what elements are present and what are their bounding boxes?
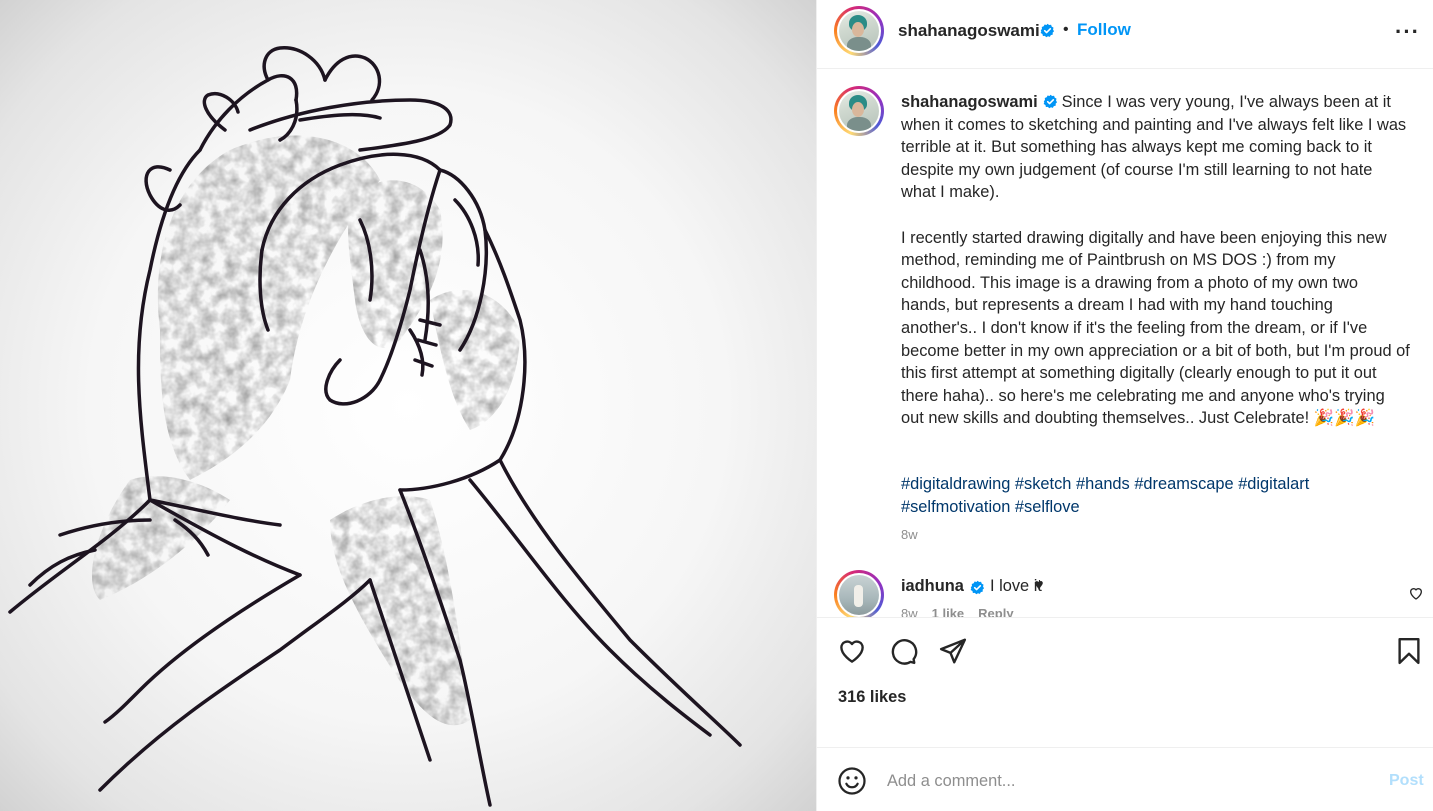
action-bar: 316 likes (817, 617, 1433, 747)
post-details-panel: shahanagoswami • Follow ··· shahanagoswa… (816, 0, 1433, 811)
verified-badge-icon (970, 580, 985, 595)
caption-timestamp[interactable]: 8w (901, 527, 918, 542)
comment-timestamp[interactable]: 8w (901, 606, 918, 617)
comment-meta: 8w 1 like Reply (901, 606, 1028, 617)
author-avatar[interactable] (834, 6, 884, 56)
separator-dot: • (1063, 21, 1069, 38)
author-username[interactable]: shahanagoswami (898, 21, 1040, 41)
caption-author-username[interactable]: shahanagoswami (901, 93, 1038, 111)
heart-icon[interactable] (837, 636, 867, 666)
hashtag-list: #digitaldrawing #sketch #hands #dreamsca… (901, 473, 1411, 518)
share-icon[interactable] (938, 636, 968, 666)
verified-badge-icon (1043, 94, 1057, 109)
comment-heart-icon[interactable] (1408, 585, 1424, 601)
bookmark-icon[interactable] (1394, 636, 1424, 666)
caption-paragraph-2: I recently started drawing digitally and… (901, 228, 1415, 428)
hashtag-link[interactable]: #hands (1076, 475, 1130, 493)
hands-drawing (8, 46, 742, 807)
hashtag-link[interactable]: #selflove (1015, 498, 1080, 516)
comments-scroll-area[interactable]: shahanagoswami Since I was very young, I'… (817, 70, 1433, 617)
hashtag-link[interactable]: #dreamscape (1134, 475, 1233, 493)
commenter-username[interactable]: iadhuna (901, 577, 964, 596)
follow-button[interactable]: Follow (1077, 20, 1131, 40)
post-header: shahanagoswami • Follow ··· (817, 0, 1433, 69)
hashtag-link[interactable]: #digitalart (1238, 475, 1309, 493)
caption-author-avatar[interactable] (834, 86, 884, 136)
post-caption: shahanagoswami Since I was very young, I'… (901, 91, 1411, 430)
add-comment-input[interactable] (887, 768, 1367, 794)
hashtag-link[interactable]: #sketch (1015, 475, 1072, 493)
more-options-button[interactable]: ··· (1395, 19, 1420, 45)
comment-composer: Post (817, 747, 1433, 811)
comment-like-count[interactable]: 1 like (932, 606, 965, 617)
like-count[interactable]: 316 likes (838, 688, 906, 707)
ink-lines (8, 46, 742, 807)
hashtag-link[interactable]: #digitaldrawing (901, 475, 1010, 493)
post-image[interactable] (0, 0, 816, 811)
post-comment-button[interactable]: Post (1389, 772, 1424, 790)
black-heart-emoji: ♥ (1034, 577, 1044, 594)
verified-badge-icon (1040, 23, 1055, 38)
emoji-icon[interactable] (837, 766, 867, 796)
hashtag-link[interactable]: #selfmotivation (901, 498, 1010, 516)
commenter-avatar[interactable] (834, 570, 884, 617)
comment-reply-button[interactable]: Reply (978, 606, 1013, 617)
comment-icon[interactable] (888, 636, 918, 666)
charcoal-shading (91, 135, 520, 726)
